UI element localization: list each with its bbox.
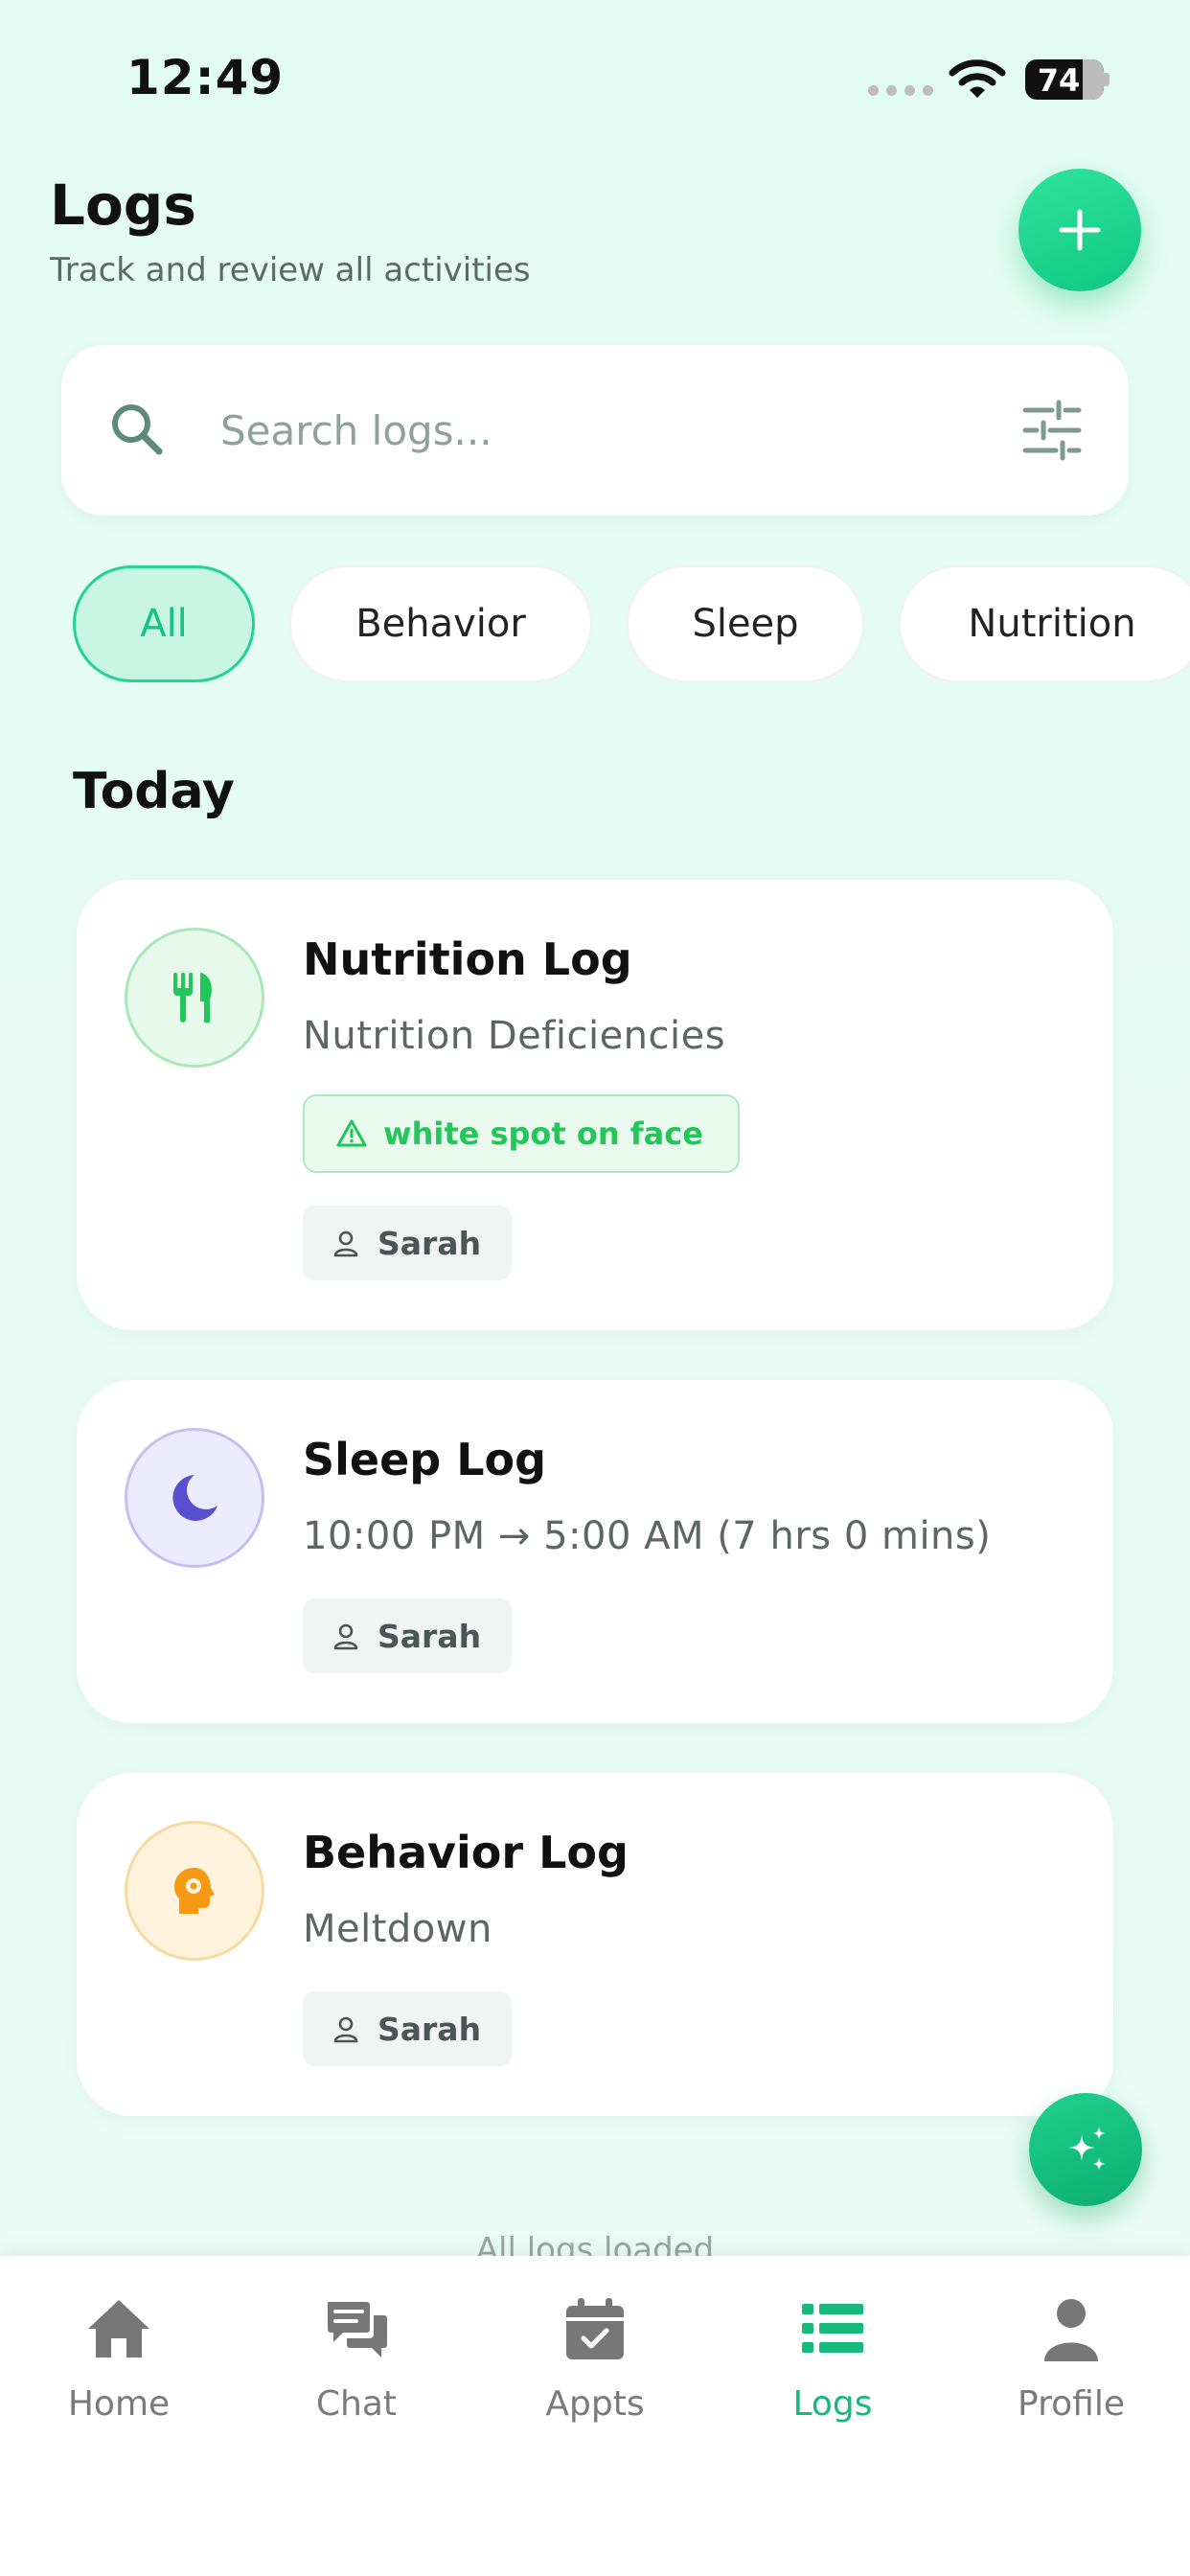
user-icon <box>1044 2299 1098 2361</box>
chat-icon <box>328 2302 387 2358</box>
tab-label: Profile <box>1018 2384 1125 2424</box>
filter-chip-all[interactable]: All <box>73 565 255 682</box>
log-card-behavior[interactable]: Behavior Log Meltdown Sarah <box>77 1773 1113 2116</box>
bottom-tab-bar: Home Chat Appts Logs Profile <box>0 2256 1190 2576</box>
search-bar <box>61 345 1129 516</box>
person-badge: Sarah <box>303 1598 513 1673</box>
warning-tag-label: white spot on face <box>383 1116 703 1152</box>
search-input[interactable] <box>220 391 968 470</box>
log-subtitle: Nutrition Deficiencies <box>303 1014 726 1058</box>
home-icon <box>88 2300 149 2358</box>
cellular-signal-icon <box>868 85 933 96</box>
log-title: Behavior Log <box>303 1827 629 1878</box>
user-icon <box>333 1230 358 1257</box>
status-bar: 12:49 74 <box>0 0 1190 144</box>
tab-label: Logs <box>792 2384 873 2424</box>
list-icon <box>802 2304 863 2353</box>
utensils-icon-badge <box>125 928 264 1068</box>
section-title-today: Today <box>73 763 235 820</box>
status-time: 12:49 <box>126 50 285 105</box>
log-card-nutrition[interactable]: Nutrition Log Nutrition Deficiencies whi… <box>77 880 1113 1330</box>
battery-level: 74 <box>1037 62 1081 99</box>
warning-triangle-icon <box>336 1119 367 1147</box>
person-name: Sarah <box>378 1224 482 1262</box>
log-title: Nutrition Log <box>303 933 632 985</box>
page-subtitle: Track and review all activities <box>50 251 531 289</box>
utensils-icon <box>173 973 212 1023</box>
log-subtitle: 10:00 PM → 5:00 AM (7 hrs 0 mins) <box>303 1514 992 1558</box>
person-name: Sarah <box>378 1617 482 1655</box>
tab-label: Appts <box>545 2384 645 2424</box>
filter-chip-sleep[interactable]: Sleep <box>627 565 864 682</box>
filter-chip-behavior[interactable]: Behavior <box>289 565 592 682</box>
filter-chips: All Behavior Sleep Nutrition <box>73 565 1190 686</box>
log-title: Sleep Log <box>303 1434 547 1485</box>
brain-gear-icon-badge <box>125 1821 264 1961</box>
moon-icon-badge <box>125 1428 264 1568</box>
tab-appts[interactable]: Appts <box>499 2294 691 2448</box>
moon-icon <box>172 1475 217 1521</box>
tab-home[interactable]: Home <box>23 2294 215 2448</box>
calendar-icon <box>566 2298 624 2359</box>
log-card-sleep[interactable]: Sleep Log 10:00 PM → 5:00 AM (7 hrs 0 mi… <box>77 1380 1113 1723</box>
filter-chip-nutrition[interactable]: Nutrition <box>899 565 1190 682</box>
tab-profile[interactable]: Profile <box>975 2294 1167 2448</box>
warning-tag: white spot on face <box>303 1094 740 1173</box>
add-log-button[interactable] <box>1018 169 1141 291</box>
log-subtitle: Meltdown <box>303 1907 492 1951</box>
person-badge: Sarah <box>303 1206 513 1280</box>
sparkles-icon <box>1068 2127 1106 2171</box>
tab-label: Chat <box>315 2384 398 2424</box>
user-icon <box>333 1623 358 1650</box>
ai-assistant-button[interactable] <box>1029 2093 1142 2206</box>
wifi-icon <box>949 59 1006 98</box>
person-badge: Sarah <box>303 1991 513 2066</box>
battery-icon: 74 <box>1025 59 1110 100</box>
person-name: Sarah <box>378 2010 482 2048</box>
tab-label: Home <box>67 2384 171 2424</box>
brain-gear-icon <box>174 1868 215 1914</box>
tab-chat[interactable]: Chat <box>261 2294 452 2448</box>
plus-icon <box>1059 209 1101 251</box>
tab-logs[interactable]: Logs <box>737 2294 928 2448</box>
filter-sliders-icon[interactable] <box>1019 399 1085 462</box>
user-icon <box>333 2016 358 2043</box>
page-title: Logs <box>50 172 196 238</box>
search-icon <box>112 404 163 455</box>
